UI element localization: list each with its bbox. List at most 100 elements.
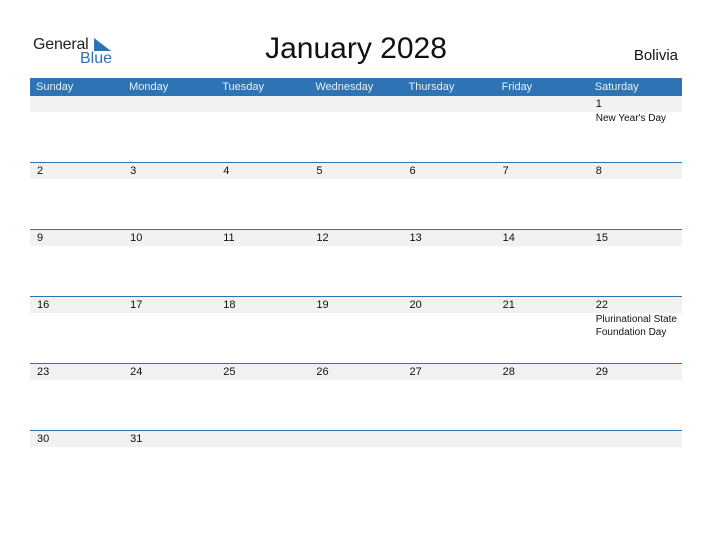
week-row: 16 17 18 19 20 21 22 Plurinational State Founda… — [30, 296, 682, 364]
day-cell: 17 — [123, 297, 216, 339]
day-cell: 30 — [30, 431, 123, 447]
day-cell — [403, 431, 496, 447]
day-number: 28 — [502, 366, 515, 378]
day-cell: 18 — [216, 297, 309, 339]
day-cell: 9 — [30, 230, 123, 246]
day-number — [503, 431, 589, 447]
day-number: 6 — [409, 165, 416, 177]
holiday-label: New Year's Day — [595, 113, 667, 124]
weekday-monday: Monday — [129, 81, 169, 93]
day-cell: 22 Plurinational State Foundation Day — [589, 297, 682, 339]
day-cell: 26 — [309, 364, 402, 380]
day-cell — [30, 96, 123, 125]
day-cell: 20 — [403, 297, 496, 339]
day-number: 24 — [130, 366, 143, 378]
day-number — [130, 96, 216, 112]
day-number — [410, 96, 496, 112]
week-row: 30 31 — [30, 430, 682, 498]
day-cell: 5 — [309, 163, 402, 179]
day-number: 18 — [223, 299, 236, 311]
day-number: 15 — [595, 232, 608, 244]
day-cell: 25 — [216, 364, 309, 380]
day-number — [223, 431, 309, 447]
day-cell: 2 — [30, 163, 123, 179]
day-cell: 28 — [496, 364, 589, 380]
day-cell: 12 — [309, 230, 402, 246]
day-cell: 4 — [216, 163, 309, 179]
day-number: 7 — [502, 165, 509, 177]
day-number — [503, 96, 589, 112]
day-cell: 7 — [496, 163, 589, 179]
day-cell: 15 — [589, 230, 682, 246]
day-number: 12 — [316, 232, 329, 244]
day-number — [316, 96, 402, 112]
day-cell — [496, 431, 589, 447]
day-number: 16 — [37, 299, 50, 311]
day-cell — [216, 431, 309, 447]
day-number — [37, 96, 123, 112]
day-cell: 16 — [30, 297, 123, 339]
day-number: 26 — [316, 366, 329, 378]
day-number: 9 — [37, 232, 44, 244]
page-title: January 2028 — [265, 32, 447, 65]
day-cell: 10 — [123, 230, 216, 246]
day-cell: 11 — [216, 230, 309, 246]
country-label: Bolivia — [633, 47, 678, 64]
weekday-header: Sunday Monday Tuesday Wednesday Thursday… — [30, 78, 682, 96]
day-number — [223, 96, 309, 112]
day-cell: 13 — [403, 230, 496, 246]
weekday-thursday: Thursday — [408, 81, 455, 93]
day-number — [596, 431, 682, 447]
day-number: 22 — [595, 299, 608, 311]
day-cell — [403, 96, 496, 125]
holiday-label: Plurinational State Foundation Day — [595, 314, 677, 338]
day-cell — [309, 96, 402, 125]
day-cell — [589, 431, 682, 447]
day-cell: 6 — [403, 163, 496, 179]
day-cell: 1 New Year's Day — [589, 96, 682, 125]
day-number: 30 — [37, 433, 50, 445]
weekday-sunday: Sunday — [36, 81, 74, 93]
day-cell — [123, 96, 216, 125]
day-cell: 14 — [496, 230, 589, 246]
week-row: 9 10 11 12 13 14 15 — [30, 229, 682, 297]
calendar-grid: Sunday Monday Tuesday Wednesday Thursday… — [30, 78, 682, 498]
day-number: 13 — [409, 232, 422, 244]
day-number: 1 — [595, 98, 602, 110]
day-cell — [496, 96, 589, 125]
weekday-tuesday: Tuesday — [222, 81, 265, 93]
day-cell: 24 — [123, 364, 216, 380]
day-cell: 29 — [589, 364, 682, 380]
day-number: 10 — [130, 232, 143, 244]
day-cell — [216, 96, 309, 125]
day-number — [316, 431, 402, 447]
weekday-friday: Friday — [501, 81, 533, 93]
day-cell: 23 — [30, 364, 123, 380]
week-row: 2 3 4 5 6 7 8 — [30, 162, 682, 230]
day-number: 11 — [223, 232, 235, 244]
day-number: 31 — [130, 433, 143, 445]
day-cell: 21 — [496, 297, 589, 339]
day-number: 14 — [502, 232, 515, 244]
day-number: 5 — [316, 165, 323, 177]
day-number: 17 — [130, 299, 143, 311]
day-number: 4 — [223, 165, 230, 177]
day-number: 21 — [502, 299, 515, 311]
week-row: 1 New Year's Day — [30, 96, 682, 163]
day-cell — [309, 431, 402, 447]
day-cell: 19 — [309, 297, 402, 339]
day-number — [410, 431, 496, 447]
day-number: 19 — [316, 299, 329, 311]
day-number: 25 — [223, 366, 236, 378]
day-cell: 27 — [403, 364, 496, 380]
week-row: 23 24 25 26 27 28 29 — [30, 363, 682, 431]
day-number: 8 — [595, 165, 602, 177]
day-cell: 8 — [589, 163, 682, 179]
weekday-saturday: Saturday — [594, 81, 639, 93]
day-number: 29 — [595, 366, 608, 378]
day-cell: 3 — [123, 163, 216, 179]
weeks-container: 1 New Year's Day 2 3 4 5 6 7 8 9 10 11 12 13 14 15 16 17 1… — [30, 96, 682, 498]
day-number: 27 — [409, 366, 422, 378]
day-number: 3 — [130, 165, 137, 177]
day-cell: 31 — [123, 431, 216, 447]
